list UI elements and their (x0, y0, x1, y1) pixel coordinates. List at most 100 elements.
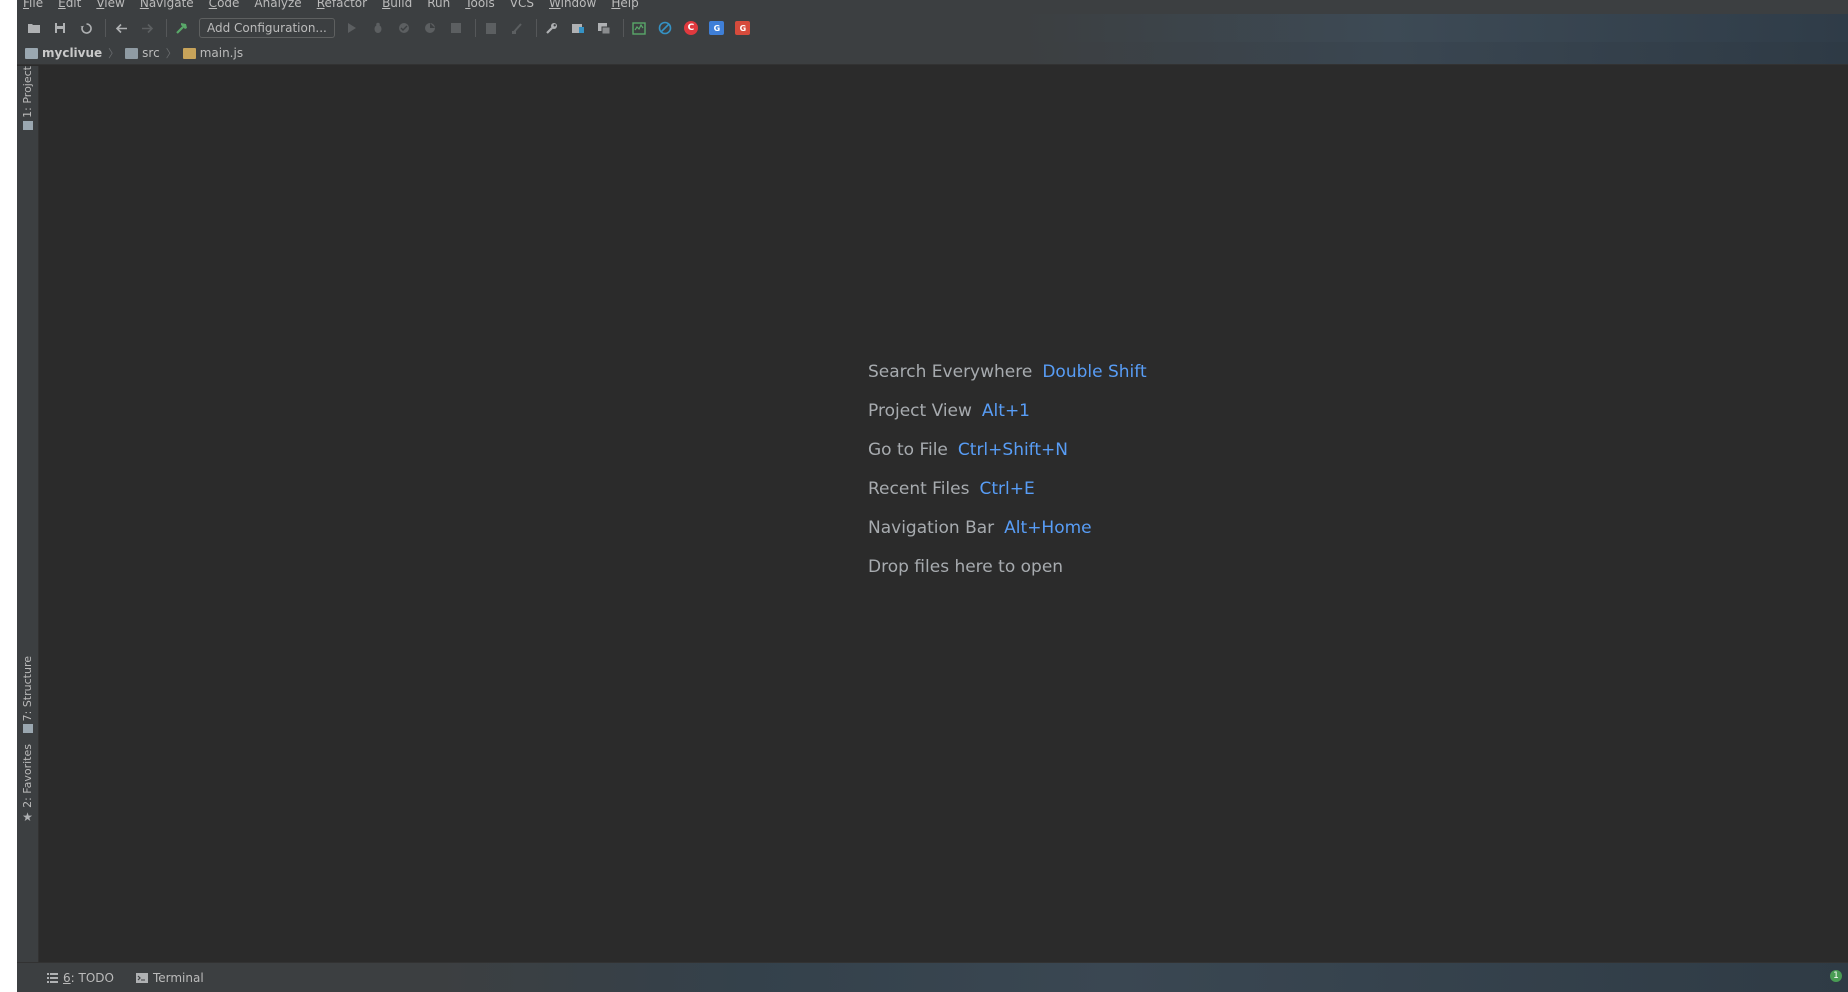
terminal-icon (135, 972, 148, 983)
menu-label: elp (620, 0, 639, 10)
menu-view[interactable]: View (96, 0, 124, 9)
coverage-icon[interactable] (393, 17, 415, 39)
menu-label: indow (560, 0, 597, 10)
terminal-label: Terminal (152, 970, 204, 985)
menu-run[interactable]: Run (427, 0, 451, 10)
google-plugin-icon[interactable]: G (732, 17, 754, 39)
hint-label: Recent Files (868, 478, 970, 499)
main-toolbar: Add Configuration... C G G (17, 14, 1848, 42)
stop-icon[interactable] (445, 17, 467, 39)
c-badge: C (683, 21, 698, 35)
ide-window: File Edit View Navigate Code Analyze Ref… (17, 0, 1848, 992)
menu-edit[interactable]: Edit (58, 0, 82, 10)
tool-window-project[interactable]: 1: Project (17, 66, 38, 130)
menu-analyze[interactable]: Analyze (254, 0, 302, 10)
toolbar-separator (166, 19, 167, 37)
hint-shortcut: Double Shift (1042, 361, 1147, 382)
menu-label: dit (65, 0, 82, 10)
menu-refactor[interactable]: Refactor (316, 0, 368, 10)
add-configuration-button[interactable]: Add Configuration... (199, 18, 335, 38)
menu-label: VCS (509, 0, 534, 10)
menu-build[interactable]: Build (382, 0, 412, 9)
menu-mnemonic: N (139, 0, 149, 10)
menu-mnemonic: E (58, 0, 66, 10)
editor-empty-area[interactable]: Search Everywhere Double Shift Project V… (39, 66, 1848, 962)
vcs-commit-icon[interactable] (506, 17, 528, 39)
toolbar-separator (535, 19, 537, 37)
tool-window-terminal[interactable]: Terminal (135, 970, 204, 985)
build-hammer-icon[interactable] (171, 17, 193, 39)
back-arrow-icon[interactable] (110, 17, 132, 39)
hint-label: Navigation Bar (868, 517, 995, 538)
menu-window[interactable]: Window (549, 0, 597, 10)
screen-margin (0, 0, 17, 992)
menu-label: efactor (324, 0, 368, 10)
toolbar-separator (105, 19, 106, 37)
tool-window-structure-label: 7: Structure (21, 656, 34, 722)
save-all-icon[interactable] (49, 17, 71, 39)
breadcrumb-separator-icon: 〉 (165, 47, 177, 60)
menu-file[interactable]: File (23, 0, 44, 10)
breadcrumb-file[interactable]: main.js (182, 46, 243, 60)
navigation-bar: myclivue 〉 src 〉 main.js (17, 42, 1848, 65)
menu-tools[interactable]: Tools (465, 0, 495, 10)
hint-recent-files: Recent Files Ctrl+E (868, 469, 1147, 508)
menu-vcs[interactable]: VCS (509, 0, 534, 10)
breadcrumb-separator-icon: 〉 (108, 47, 120, 60)
debug-icon[interactable] (367, 17, 389, 39)
bottom-tool-strip: 6: TODO Terminal (17, 962, 1848, 992)
hint-shortcut: Alt+Home (1004, 517, 1092, 538)
menu-mnemonic: C (208, 0, 218, 10)
c-plugin-icon[interactable]: C (680, 17, 702, 39)
hint-label: Project View (868, 400, 972, 421)
hint-navigation-bar: Navigation Bar Alt+Home (868, 508, 1147, 547)
vcs-update-icon[interactable] (480, 17, 502, 39)
project-structure-icon[interactable] (567, 17, 589, 39)
hint-label: Search Everywhere (868, 361, 1033, 382)
sdk-manager-icon[interactable] (593, 17, 615, 39)
tool-window-todo[interactable]: 6: TODO (47, 971, 114, 985)
star-icon: ★ (22, 809, 33, 824)
toolbar-separator (474, 19, 476, 37)
run-icon[interactable] (341, 17, 363, 39)
hint-shortcut: Alt+1 (981, 400, 1030, 421)
settings-wrench-icon[interactable] (541, 17, 563, 39)
hint-shortcut: Ctrl+Shift+N (957, 439, 1068, 460)
open-folder-icon[interactable] (23, 17, 45, 39)
breadcrumb-project[interactable]: myclivue (25, 46, 102, 60)
monitor-plugin-icon[interactable] (628, 17, 650, 39)
breadcrumb-project-label: myclivue (42, 46, 103, 60)
forward-arrow-icon[interactable] (136, 17, 158, 39)
hint-drop-files: Drop files here to open (868, 547, 1147, 586)
folder-icon (22, 120, 33, 130)
menu-mnemonic: R (316, 0, 325, 10)
profile-icon[interactable] (419, 17, 441, 39)
hint-search-everywhere: Search Everywhere Double Shift (868, 352, 1147, 391)
tool-window-favorites-label: 2: Favorites (21, 744, 34, 808)
tool-window-structure[interactable]: 7: Structure (17, 656, 38, 734)
no-entry-plugin-icon[interactable] (654, 17, 676, 39)
synchronize-icon[interactable] (75, 17, 97, 39)
menu-label: Run (427, 0, 451, 10)
ide-root: File Edit View Navigate Code Analyze Ref… (0, 0, 1848, 992)
hint-label: Go to File (868, 439, 948, 460)
folder-icon (125, 47, 139, 59)
hint-drop-label: Drop files here to open (868, 556, 1064, 577)
toolbar-separator (622, 19, 624, 37)
breadcrumb-folder[interactable]: src (125, 46, 160, 60)
menu-label: Analyze (254, 0, 302, 10)
menu-label: ools (470, 0, 495, 10)
tool-window-favorites[interactable]: 2: Favorites ★ (17, 744, 38, 824)
translate-badge: G (709, 21, 725, 35)
menu-navigate[interactable]: Navigate (139, 0, 194, 10)
menu-label: ile (29, 0, 44, 10)
hint-project-view: Project View Alt+1 (868, 391, 1147, 430)
translate-plugin-icon[interactable]: G (706, 17, 728, 39)
event-log-icon[interactable]: 1 (1830, 970, 1842, 982)
menu-mnemonic: W (549, 0, 561, 10)
menu-bar: File Edit View Navigate Code Analyze Ref… (17, 0, 1848, 14)
menu-help[interactable]: Help (611, 0, 639, 10)
todo-list-icon (47, 972, 58, 983)
todo-mnemonic: 6 (63, 970, 71, 985)
menu-code[interactable]: Code (208, 0, 240, 10)
